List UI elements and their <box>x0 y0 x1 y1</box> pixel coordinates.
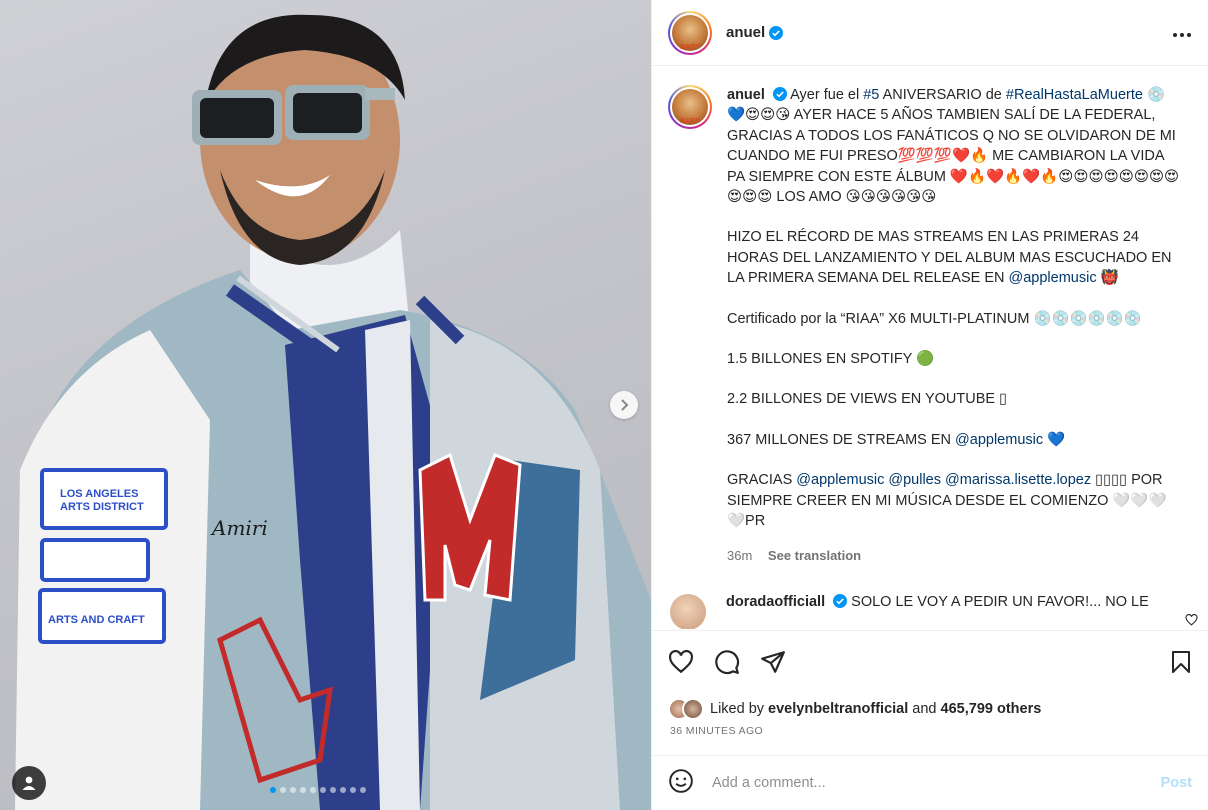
carousel-dot <box>350 787 356 793</box>
carousel-dot <box>280 787 286 793</box>
carousel-dot <box>320 787 326 793</box>
patch-text-2: ARTS DISTRICT <box>60 501 144 513</box>
user-icon <box>22 776 36 790</box>
add-comment-bar: Post <box>652 755 1208 810</box>
script-logo: Amiri <box>210 516 268 540</box>
heart-icon <box>1185 613 1198 626</box>
caption-meta: 36m See translation <box>727 546 1182 566</box>
carousel-dot <box>290 787 296 793</box>
comment-icon <box>715 650 740 675</box>
more-options-button[interactable] <box>1172 21 1192 44</box>
carousel-dots <box>270 787 366 793</box>
caption-intro-2: ANIVERSARIO de <box>879 87 1006 103</box>
chevron-right-icon <box>621 399 629 411</box>
comment-text: doradaofficiall SOLO LE VOY A PEDIR UN F… <box>726 593 1149 610</box>
post-actions <box>652 630 1208 700</box>
caption-paragraph-6: 367 MILLONES DE STREAMS EN <box>727 431 956 448</box>
carousel-dot <box>340 787 346 793</box>
share-icon <box>761 651 785 673</box>
post-image[interactable]: LOS ANGELES ARTS DISTRICT ARTS AND CRAFT… <box>0 0 651 810</box>
likes-prefix: Liked by <box>710 701 765 717</box>
carousel-dot <box>270 787 276 793</box>
likes-middle: and <box>912 701 937 717</box>
bookmark-icon <box>1172 651 1190 673</box>
post-photo-art: LOS ANGELES ARTS DISTRICT ARTS AND CRAFT… <box>15 14 651 810</box>
share-button[interactable] <box>760 650 786 674</box>
hashtag-link[interactable]: #RealHastaLaMuerte <box>1006 87 1143 103</box>
mention-link[interactable]: @applemusic <box>796 472 884 488</box>
caption: BABY anuel Ayer fue el #5 ANIVERSARIO de… <box>668 85 1192 566</box>
verified-badge-icon <box>833 593 848 608</box>
carousel-dot <box>330 787 336 793</box>
caption-paragraph-1: 💿💙😍😍😘 AYER HACE 5 AÑOS TAMBIEN SALÍ DE L… <box>727 87 1180 206</box>
commenter-avatar[interactable] <box>670 593 706 629</box>
caption-intro: Ayer fue el <box>790 87 864 103</box>
mention-link[interactable]: @applemusic <box>955 432 1043 448</box>
post-comment-button[interactable]: Post <box>1161 775 1192 791</box>
post-timestamp[interactable]: 36 MINUTES AGO <box>670 725 763 737</box>
mention-link[interactable]: @applemusic <box>1009 270 1097 286</box>
likes-count[interactable]: 465,799 others <box>941 701 1042 717</box>
carousel-dot <box>300 787 306 793</box>
comments-section[interactable]: BABY anuel Ayer fue el #5 ANIVERSARIO de… <box>652 67 1208 629</box>
caption-paragraph-2-end: 👹 <box>1096 270 1119 287</box>
author-avatar[interactable]: BABY <box>668 10 712 55</box>
caption-paragraph-6-end: 💙 <box>1043 431 1066 448</box>
caption-avatar[interactable]: BABY <box>668 85 712 129</box>
comment-button[interactable] <box>714 649 740 675</box>
like-button[interactable] <box>668 650 694 674</box>
liker-avatar <box>682 698 704 720</box>
patch-text-1: LOS ANGELES <box>60 488 138 500</box>
post-side-panel: BABY anuel BABY anuel Ayer fue el #5 ANI… <box>651 0 1208 810</box>
caption-time: 36m <box>727 547 753 563</box>
commenter-username[interactable]: doradaofficiall <box>726 594 825 610</box>
author-username[interactable]: anuel <box>726 24 765 41</box>
caption-text: anuel Ayer fue el #5 ANIVERSARIO de #Rea… <box>727 85 1182 566</box>
more-horizontal-icon <box>1173 33 1191 37</box>
caption-username[interactable]: anuel <box>727 87 765 103</box>
carousel-dot <box>310 787 316 793</box>
likes-summary: Liked by evelynbeltranofficial and 465,7… <box>668 698 1041 720</box>
liker-avatars[interactable] <box>668 698 704 720</box>
next-image-button[interactable] <box>610 391 638 419</box>
verified-badge-icon <box>772 87 787 101</box>
tagged-users-button[interactable] <box>12 766 46 800</box>
emoji-button[interactable] <box>668 768 694 799</box>
caption-paragraph-5: 2.2 BILLONES DE VIEWS EN YOUTUBE ▯ <box>727 391 1008 408</box>
comment-item: doradaofficiall SOLO LE VOY A PEDIR UN F… <box>668 593 1192 629</box>
avatar-label: BABY <box>672 14 708 51</box>
emoji-icon <box>669 768 693 793</box>
mention-link[interactable]: @marissa.lisette.lopez <box>945 472 1091 488</box>
mention-link[interactable]: @pulles <box>888 472 941 488</box>
caption-paragraph-4: 1.5 BILLONES EN SPOTIFY 🟢 <box>727 351 935 368</box>
patch-text-3: ARTS AND CRAFT <box>48 614 145 626</box>
hashtag-link[interactable]: #5 <box>863 87 879 103</box>
post-header: BABY anuel <box>652 0 1208 66</box>
save-button[interactable] <box>1170 650 1192 674</box>
carousel-dot <box>360 787 366 793</box>
verified-badge-icon <box>769 25 784 40</box>
caption-paragraph-3: Certificado por la “RIAA” X6 MULTI-PLATI… <box>727 310 1142 327</box>
liker-username[interactable]: evelynbeltranofficial <box>768 701 908 717</box>
see-translation-button[interactable]: See translation <box>768 548 861 563</box>
comment-body: SOLO LE VOY A PEDIR UN FAVOR!... NO LE <box>851 593 1149 610</box>
heart-icon <box>669 650 693 674</box>
caption-avatar-label: BABY <box>672 89 708 125</box>
caption-paragraph-7: GRACIAS <box>727 472 797 489</box>
comment-input[interactable] <box>712 775 1161 791</box>
